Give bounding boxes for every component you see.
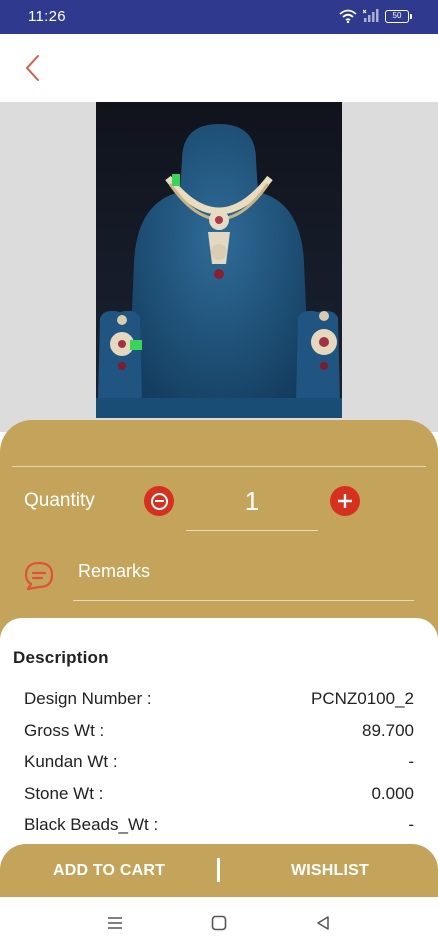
quantity-increment-button[interactable]	[330, 486, 360, 516]
back-button[interactable]	[16, 52, 48, 84]
row-value: 0.000	[371, 784, 414, 803]
row-value: -	[408, 815, 414, 834]
divider	[12, 466, 426, 467]
quantity-input[interactable]: 1	[186, 480, 318, 531]
status-icons: 50	[339, 9, 412, 23]
description-row: Black Beads_Wt : -	[24, 815, 414, 835]
row-label: Black Beads_Wt :	[24, 815, 159, 834]
row-value: -	[408, 752, 414, 771]
description-row: Design Number : PCNZ0100_2	[24, 689, 414, 709]
top-bar	[0, 34, 438, 102]
chevron-left-icon	[26, 55, 39, 81]
order-options-panel: Quantity 1 Remarks	[0, 420, 438, 650]
description-card: Description Design Number : PCNZ0100_2 G…	[0, 618, 438, 850]
home-icon[interactable]	[206, 911, 232, 935]
plus-circle-icon	[338, 494, 352, 508]
battery-icon: 50	[385, 9, 412, 23]
row-label: Gross Wt :	[24, 721, 105, 740]
battery-level: 50	[385, 9, 409, 23]
description-row: Gross Wt : 89.700	[24, 721, 414, 741]
description-row: Kundan Wt : -	[24, 752, 414, 772]
row-value: PCNZ0100_2	[310, 689, 414, 708]
action-separator	[217, 858, 220, 882]
chat-bubble-icon	[22, 560, 56, 597]
quantity-label: Quantity	[24, 490, 95, 511]
minus-circle-icon	[150, 492, 168, 510]
product-image-area	[0, 102, 438, 432]
status-bar: 11:26 50	[0, 0, 438, 34]
wifi-icon	[339, 9, 357, 23]
system-nav-bar	[0, 897, 438, 950]
battery-tip	[410, 13, 412, 19]
action-bar: ADD TO CART WISHLIST	[0, 844, 438, 897]
quantity-decrement-button[interactable]	[144, 486, 174, 516]
add-to-cart-button[interactable]: ADD TO CART	[0, 844, 218, 897]
back-triangle-icon[interactable]	[310, 911, 336, 935]
menu-icon[interactable]	[102, 911, 128, 935]
description-title: Description	[13, 648, 109, 667]
wishlist-button[interactable]: WISHLIST	[222, 844, 438, 897]
signal-icon	[363, 9, 379, 23]
quantity-value: 1	[244, 486, 260, 516]
product-image[interactable]	[96, 102, 342, 418]
row-label: Stone Wt :	[24, 784, 104, 803]
status-time: 11:26	[28, 8, 66, 25]
description-row: Stone Wt : 0.000	[24, 784, 414, 804]
remarks-input[interactable]: Remarks	[73, 548, 414, 601]
row-label: Design Number :	[24, 689, 152, 708]
row-value: 89.700	[362, 721, 414, 740]
row-label: Kundan Wt :	[24, 752, 118, 771]
